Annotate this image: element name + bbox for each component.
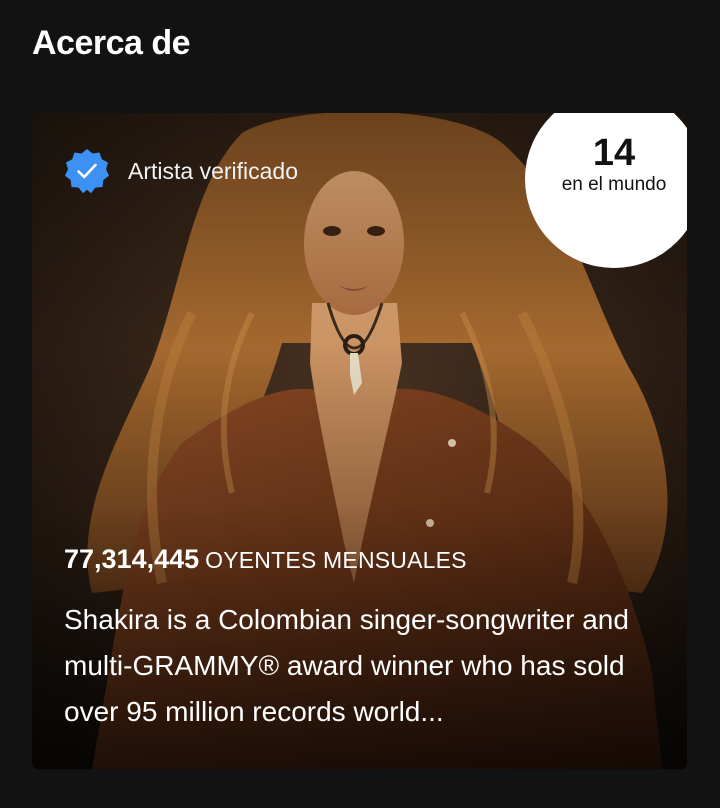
verified-badge-icon — [65, 149, 109, 194]
world-rank-number: 14 — [592, 132, 636, 174]
verified-artist-row: Artista verificado — [64, 149, 299, 194]
verified-artist-label: Artista verificado — [128, 157, 299, 184]
monthly-listeners-label: OYENTES MENSUALES — [205, 547, 467, 573]
artist-bio: Shakira is a Colombian singer-songwriter… — [64, 604, 629, 727]
about-card[interactable]: Artista verificado 14 en el mundo 77,314… — [32, 113, 687, 769]
monthly-listeners: 77,314,445 OYENTES MENSUALES — [64, 543, 467, 576]
world-rank-caption: en el mundo — [561, 174, 667, 195]
monthly-listeners-count: 77,314,445 — [64, 544, 200, 574]
section-title: Acerca de — [32, 24, 191, 62]
